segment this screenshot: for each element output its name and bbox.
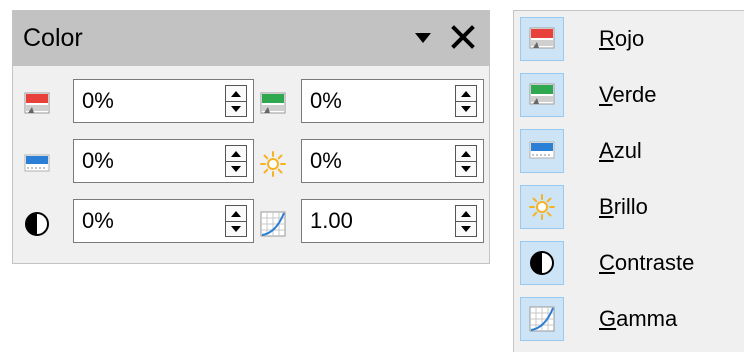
color-channel-menu: Rojo Verde Azul Brillo Contraste Gamma: [513, 10, 744, 352]
green-channel-icon: [259, 90, 287, 118]
brightness-value: 0%: [310, 148, 342, 173]
panel-close-button[interactable]: [445, 21, 481, 57]
gamma-spinfield[interactable]: 1.00: [301, 199, 484, 243]
contrast-increment-button[interactable]: [226, 206, 246, 222]
menu-item-label: Rojo: [599, 26, 645, 51]
red-spin-buttons: [225, 85, 247, 117]
menu-item-brightness[interactable]: Brillo: [514, 179, 744, 235]
menu-item-label: Verde: [599, 82, 657, 107]
menu-item-label: Contraste: [599, 250, 695, 275]
menu-item-label: Gamma: [599, 306, 678, 331]
gamma-increment-button[interactable]: [456, 206, 476, 222]
brightness-icon: [520, 185, 564, 229]
blue-increment-button[interactable]: [226, 146, 246, 162]
blue-decrement-button[interactable]: [226, 161, 246, 176]
brightness-spinfield[interactable]: 0%: [301, 139, 484, 183]
green-spin-buttons: [455, 85, 477, 117]
red-value: 0%: [82, 88, 114, 113]
brightness-increment-button[interactable]: [456, 146, 476, 162]
blue-spinfield[interactable]: 0%: [73, 139, 254, 183]
contrast-spin-buttons: [225, 205, 247, 237]
menu-item-contrast[interactable]: Contraste: [514, 235, 744, 291]
menu-item-label: Brillo: [599, 194, 648, 219]
red-decrement-button[interactable]: [226, 101, 246, 116]
menu-item-label: Azul: [599, 138, 642, 163]
red-increment-button[interactable]: [226, 86, 246, 102]
panel-title: Color: [23, 24, 83, 52]
panel-menu-button[interactable]: [405, 21, 441, 57]
color-panel: Color 0% 0% 0% 0% 0% 1.00: [12, 10, 490, 264]
gamma-decrement-button[interactable]: [456, 221, 476, 236]
blue-spin-buttons: [225, 145, 247, 177]
red-spinfield[interactable]: 0%: [73, 79, 254, 123]
green-channel-icon: [520, 73, 564, 117]
menu-item-green[interactable]: Verde: [514, 67, 744, 123]
contrast-icon: [520, 241, 564, 285]
green-decrement-button[interactable]: [456, 101, 476, 116]
blue-channel-icon: [520, 129, 564, 173]
close-icon: [451, 24, 475, 54]
contrast-spinfield[interactable]: 0%: [73, 199, 254, 243]
blue-channel-icon: [23, 150, 51, 178]
brightness-spin-buttons: [455, 145, 477, 177]
green-spinfield[interactable]: 0%: [301, 79, 484, 123]
red-channel-icon: [520, 17, 564, 61]
menu-item-blue[interactable]: Azul: [514, 123, 744, 179]
contrast-decrement-button[interactable]: [226, 221, 246, 236]
menu-item-gamma[interactable]: Gamma: [514, 291, 744, 347]
panel-header: Color: [13, 11, 489, 66]
contrast-icon: [23, 210, 51, 238]
triangle-down-icon: [415, 30, 431, 48]
blue-value: 0%: [82, 148, 114, 173]
gamma-value: 1.00: [310, 208, 353, 233]
green-increment-button[interactable]: [456, 86, 476, 102]
red-channel-icon: [23, 90, 51, 118]
green-value: 0%: [310, 88, 342, 113]
contrast-value: 0%: [82, 208, 114, 233]
gamma-icon: [520, 297, 564, 341]
gamma-icon: [259, 210, 287, 238]
brightness-decrement-button[interactable]: [456, 161, 476, 176]
menu-item-red[interactable]: Rojo: [514, 11, 744, 67]
brightness-icon: [259, 150, 287, 178]
gamma-spin-buttons: [455, 205, 477, 237]
